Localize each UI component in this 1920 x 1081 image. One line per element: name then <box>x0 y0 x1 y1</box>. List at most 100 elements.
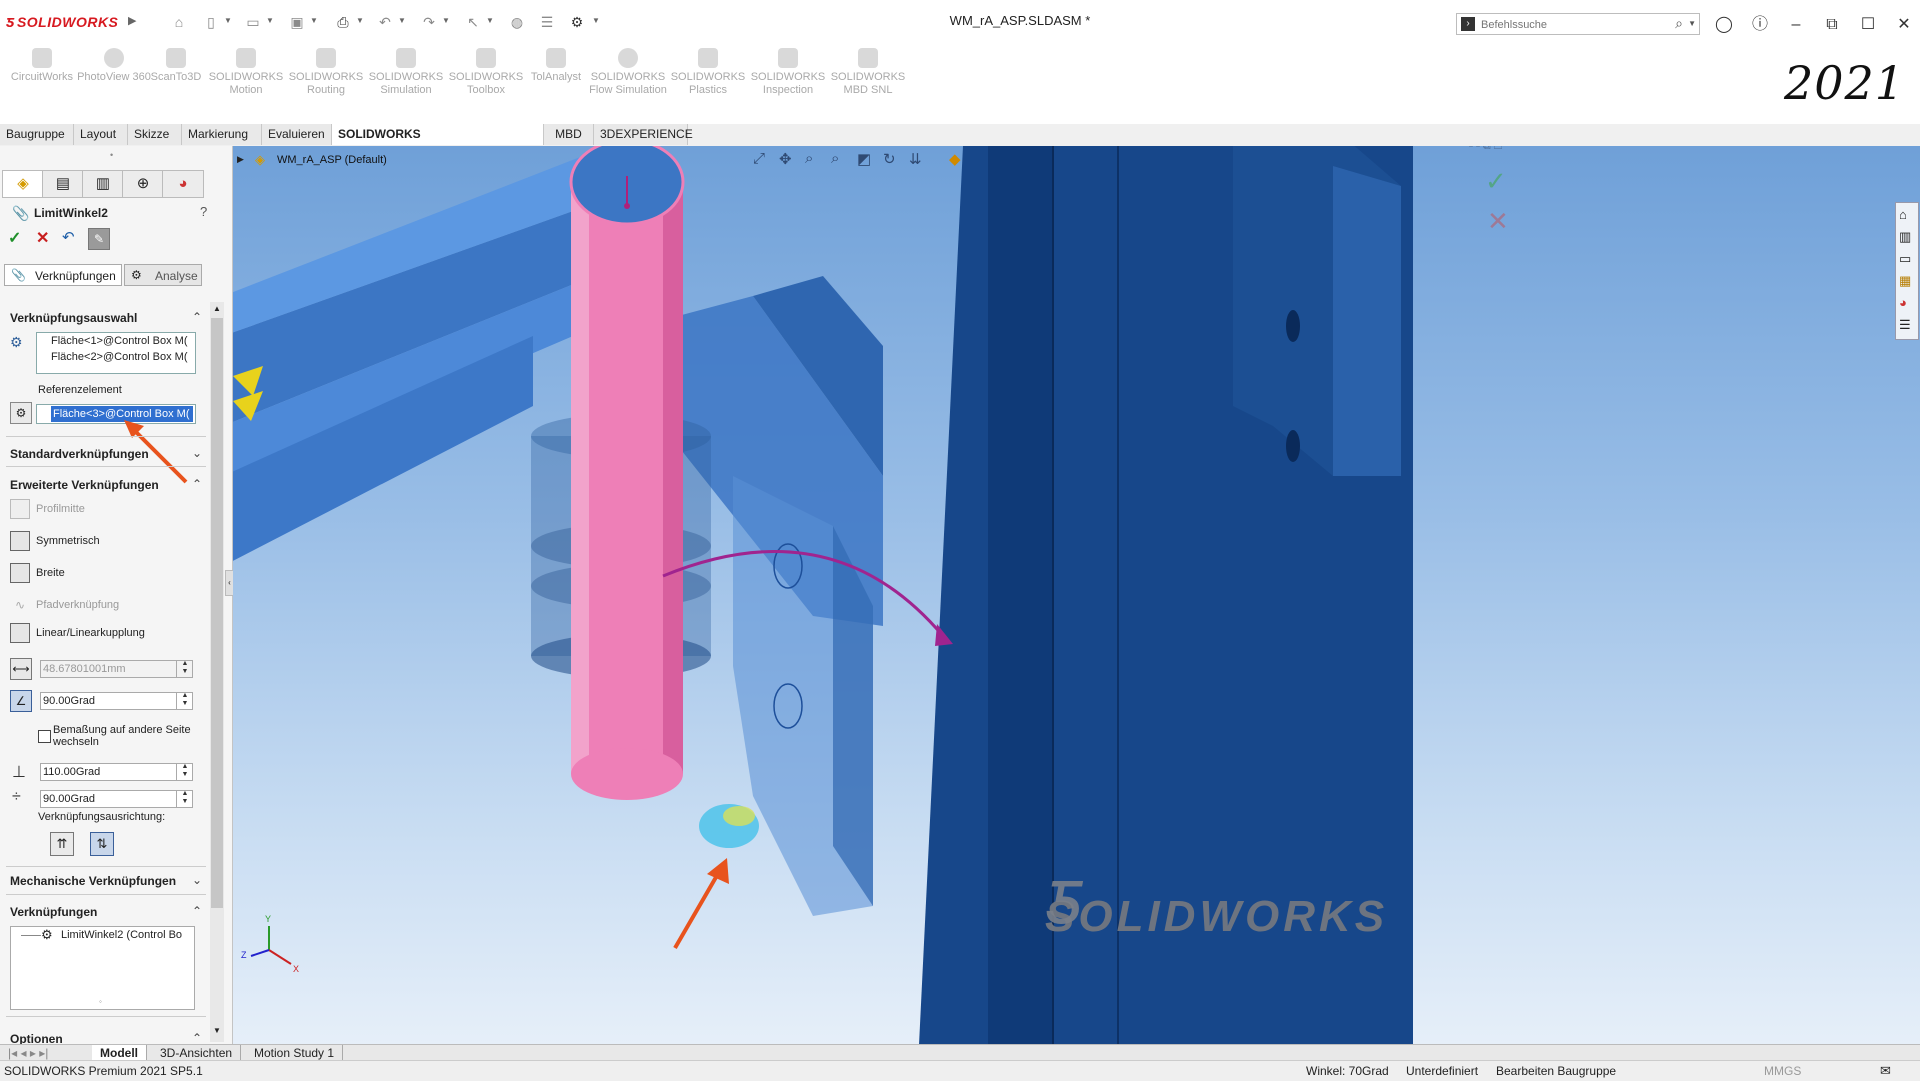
tab-3d-views[interactable]: 3D-Ansichten <box>152 1045 242 1061</box>
close-icon[interactable]: ✕ <box>1890 13 1918 37</box>
select-icon[interactable]: ↖ <box>464 14 482 30</box>
section-standard-expand-icon[interactable]: ⌄ <box>192 446 202 460</box>
addin-plastics[interactable]: SOLIDWORKS Plastics <box>668 48 748 97</box>
tab-3dexperience[interactable]: 3DEXPERIENCE <box>594 124 693 145</box>
angle-limit-icon[interactable]: ∠ <box>10 690 32 712</box>
section-advanced-collapse-icon[interactable]: ⌃ <box>192 477 202 491</box>
option-linear-coupler[interactable]: Linear/Linearkupplung <box>10 622 145 644</box>
subtab-mates[interactable]: 📎 Verknüpfungen <box>4 264 122 286</box>
scroll-thumb[interactable] <box>211 318 223 908</box>
section-mates[interactable]: Verknüpfungen <box>10 905 97 919</box>
tab-configuration-manager[interactable]: ▥ <box>82 170 124 198</box>
tab-zusatzanwendungen[interactable]: SOLIDWORKS Zusatzanwendungen <box>332 124 544 162</box>
section-advanced-mates[interactable]: Erweiterte Verknüpfungen <box>10 478 159 492</box>
subtab-analysis[interactable]: ⚙ Analyse <box>124 264 202 286</box>
addin-mbd-snl[interactable]: SOLIDWORKS MBD SNL <box>828 48 908 97</box>
list-item[interactable]: LimitWinkel2 (Control Bo <box>61 929 182 941</box>
search-input[interactable] <box>1479 16 1673 34</box>
section-mechanical-mates[interactable]: Mechanische Verknüpfungen <box>10 874 176 888</box>
panel-grip-icon[interactable]: • <box>110 150 113 160</box>
select-dropdown-icon[interactable]: ▼ <box>486 15 494 27</box>
addin-tolanalyst[interactable]: TolAnalyst <box>516 48 596 84</box>
rebuild-icon[interactable]: ◍ <box>508 14 526 30</box>
print-dropdown-icon[interactable]: ▼ <box>356 15 364 27</box>
resize-grip-icon[interactable]: ◦ <box>99 997 102 1006</box>
tab-skizze[interactable]: Skizze <box>128 124 182 145</box>
tab-mbd[interactable]: MBD <box>544 124 594 145</box>
angle-field[interactable]: 90.00Grad <box>40 692 193 710</box>
list-item[interactable]: Fläche<2>@Control Box M( <box>37 349 195 365</box>
file-properties-icon[interactable]: ☰ <box>538 14 556 30</box>
ok-check-icon[interactable]: ✓ <box>8 228 21 248</box>
options-gear-icon[interactable]: ⚙ <box>568 14 586 30</box>
mate-selection-list[interactable]: Fläche<1>@Control Box M( Fläche<2>@Contr… <box>36 332 196 374</box>
home-icon[interactable]: ⌂ <box>170 14 188 30</box>
anti-aligned-button[interactable]: ⇅ <box>90 832 114 856</box>
addin-toolbox[interactable]: SOLIDWORKS Toolbox <box>446 48 526 97</box>
status-message-icon[interactable]: ✉ <box>1880 1063 1891 1079</box>
section-mates-collapse-icon[interactable]: ⌃ <box>192 904 202 918</box>
scroll-up-icon[interactable]: ▲ <box>210 302 224 316</box>
command-search[interactable]: › ⌕ ▼ <box>1456 13 1700 35</box>
scroll-down-icon[interactable]: ▼ <box>210 1024 224 1038</box>
option-profile-center[interactable]: Profilmitte <box>10 498 85 520</box>
minimize-icon[interactable]: – <box>1782 13 1810 37</box>
tab-property-manager[interactable]: ▤ <box>42 170 84 198</box>
max-value-spinner[interactable]: ▲ ▼ <box>176 763 193 781</box>
new-document-icon[interactable]: ▯ <box>202 14 220 30</box>
section-standard-mates[interactable]: Standardverknüpfungen <box>10 447 149 461</box>
mates-list[interactable]: ⚙ LimitWinkel2 (Control Bo ◦ <box>10 926 195 1010</box>
section-selection[interactable]: Verknüpfungsauswahl <box>10 311 137 325</box>
min-value-spinner[interactable]: ▲ ▼ <box>176 790 193 808</box>
undo-dropdown-icon[interactable]: ▼ <box>398 15 406 27</box>
addin-routing[interactable]: SOLIDWORKS Routing <box>286 48 366 97</box>
tab-layout[interactable]: Layout <box>74 124 128 145</box>
distance-field[interactable]: 48.67801001mm <box>40 660 193 678</box>
option-symmetric[interactable]: Symmetrisch <box>10 530 100 552</box>
pushpin-icon[interactable]: ✎ <box>88 228 110 250</box>
open-icon[interactable]: ▭ <box>244 14 262 30</box>
tab-model[interactable]: Modell <box>92 1045 147 1061</box>
angle-spinner[interactable]: ▲ ▼ <box>176 692 193 710</box>
addin-flow-simulation[interactable]: SOLIDWORKS Flow Simulation <box>588 48 668 97</box>
aligned-button[interactable]: ⇈ <box>50 832 74 856</box>
tab-dimxpert[interactable]: ⊕ <box>122 170 164 198</box>
redo-dropdown-icon[interactable]: ▼ <box>442 15 450 27</box>
redo-icon[interactable]: ↷ <box>420 14 438 30</box>
list-item[interactable]: Fläche<1>@Control Box M( <box>37 333 195 349</box>
undo-mate-icon[interactable]: ↶ <box>62 228 75 246</box>
option-path-mate[interactable]: ∿ Pfadverknüpfung <box>10 594 119 616</box>
addin-motion[interactable]: SOLIDWORKS Motion <box>206 48 286 97</box>
tile-windows-icon[interactable]: ⧉ <box>1818 13 1846 37</box>
cancel-x-icon[interactable]: ✕ <box>36 228 49 248</box>
options-dropdown-icon[interactable]: ▼ <box>592 15 600 27</box>
search-icon[interactable]: ⌕ <box>1675 15 1683 32</box>
save-icon[interactable]: ▣ <box>288 14 306 30</box>
open-dropdown-icon[interactable]: ▼ <box>266 15 274 27</box>
user-account-icon[interactable]: ◯ <box>1710 13 1738 37</box>
tab-baugruppe[interactable]: Baugruppe <box>0 124 74 145</box>
help-question-icon[interactable]: ? <box>200 204 207 219</box>
graphics-area[interactable]: ⤢ ✥ ⌕ ⌕ ◩ ↻ ⇊ ◆ ▣ ◨ ◧ ◨ ◩ ◪ ◉ ✦ ▭ ▶ ◈ WM… <box>233 146 1920 1045</box>
status-units[interactable]: MMGS <box>1764 1064 1801 1078</box>
max-value-field[interactable]: 110.00Grad <box>40 763 193 781</box>
addin-scanto3d[interactable]: ScanTo3D <box>136 48 216 84</box>
save-dropdown-icon[interactable]: ▼ <box>310 15 318 27</box>
section-options-collapse-icon[interactable]: ⌃ <box>192 1031 202 1045</box>
undo-icon[interactable]: ↶ <box>376 14 394 30</box>
flip-dimension-checkbox[interactable] <box>38 730 51 743</box>
tab-feature-manager[interactable]: ◈ <box>2 170 44 198</box>
new-dropdown-icon[interactable]: ▼ <box>224 15 232 27</box>
addin-simulation[interactable]: SOLIDWORKS Simulation <box>366 48 446 97</box>
section-mechanical-expand-icon[interactable]: ⌄ <box>192 873 202 887</box>
help-icon[interactable]: ⓘ <box>1746 13 1774 37</box>
panel-scrollbar[interactable]: ▲ ▼ <box>210 302 224 1042</box>
print-icon[interactable]: ⎙ <box>334 14 352 30</box>
search-dropdown-icon[interactable]: ▼ <box>1688 19 1696 28</box>
option-width[interactable]: Breite <box>10 562 65 584</box>
solidworks-logo[interactable]: ƽ SOLIDWORKS <box>6 12 118 32</box>
section-selection-collapse-icon[interactable]: ⌃ <box>192 310 202 324</box>
tab-evaluieren[interactable]: Evaluieren <box>262 124 332 145</box>
addin-inspection[interactable]: SOLIDWORKS Inspection <box>748 48 828 97</box>
tab-display-manager[interactable]: ◕ <box>162 170 204 198</box>
